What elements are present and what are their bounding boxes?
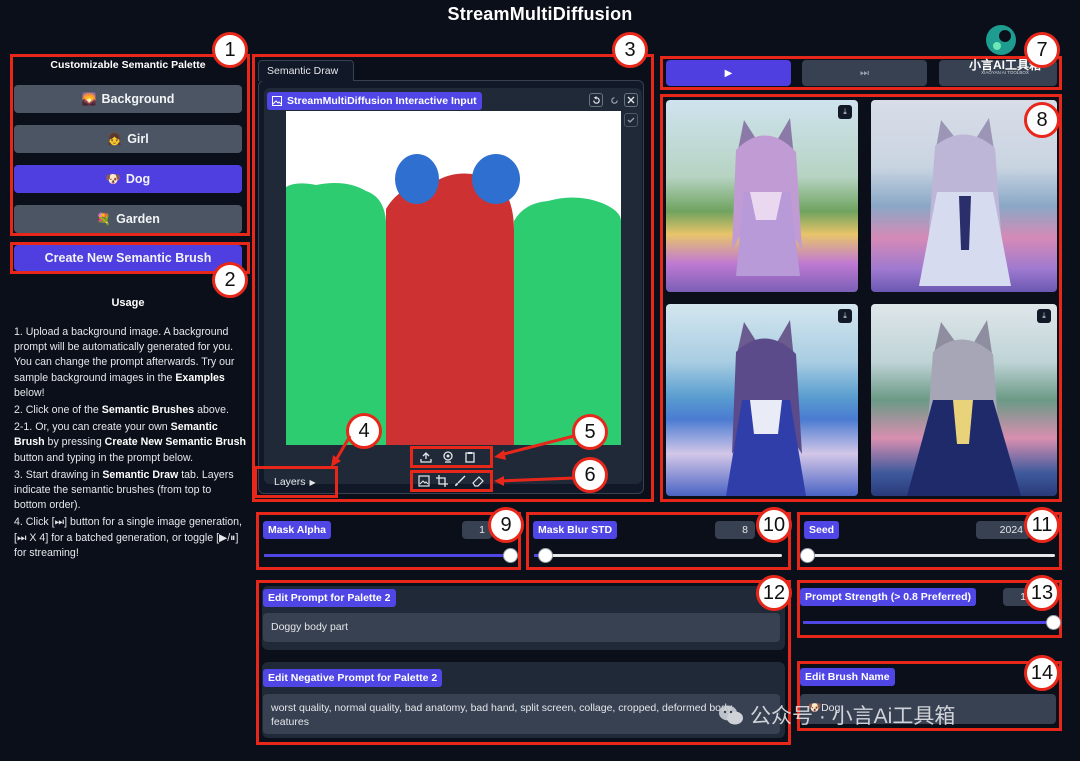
red-stroke	[386, 173, 514, 445]
anime-girl-image	[732, 118, 802, 276]
crop-icon[interactable]	[436, 475, 448, 487]
annotation-badge: 1	[212, 32, 248, 68]
annotation-badge: 6	[572, 457, 608, 493]
annotation-badge: 2	[212, 262, 248, 298]
download-icon: ⤓	[843, 107, 847, 116]
skip-next-icon: ⏭	[860, 67, 869, 79]
mask-blur-value[interactable]: 8	[715, 521, 755, 539]
landscape-icon: 🌄	[81, 92, 97, 106]
prompt-strength-fill	[803, 621, 1053, 624]
annotation-badge: 10	[756, 507, 792, 543]
seed-label: Seed	[804, 521, 840, 539]
palette-item-dog[interactable]: 🐶 Dog	[14, 165, 242, 193]
mask-blur-label: Mask Blur STD	[533, 521, 618, 539]
play-icon: ▶	[724, 67, 733, 79]
usage-title: Usage	[111, 297, 145, 309]
image-icon[interactable]	[418, 475, 430, 487]
mask-alpha-label: Mask Alpha	[263, 521, 331, 539]
seed-value[interactable]: 2024	[976, 521, 1030, 539]
green-stroke-left	[286, 183, 386, 445]
play-button[interactable]: ▶	[666, 60, 791, 86]
gallery-image-1[interactable]: ⤓	[666, 100, 858, 292]
edit-prompt-label: Edit Prompt for Palette 2	[263, 589, 396, 607]
dog-icon: 🐶	[105, 172, 121, 186]
palette-item-label: Girl	[127, 132, 149, 146]
check-icon	[627, 117, 635, 123]
watermark-text: 公众号 · 小言Ai工具箱	[750, 705, 956, 728]
watermark: 公众号 · 小言Ai工具箱	[718, 700, 955, 730]
create-new-brush-button[interactable]: Create New Semantic Brush	[14, 245, 242, 271]
app-title: StreamMultiDiffusion	[447, 4, 633, 24]
drawing-canvas[interactable]	[286, 111, 621, 445]
brush-icon[interactable]	[454, 475, 466, 487]
wechat-icon	[719, 705, 743, 725]
annotation-badge: 9	[488, 507, 524, 543]
annotation-badge: 7	[1024, 32, 1060, 68]
seed-track	[805, 554, 1055, 557]
annotation-badge: 5	[572, 414, 608, 450]
upload-icon[interactable]	[420, 451, 432, 463]
confirm-button[interactable]	[624, 113, 638, 127]
palette-header: Customizable Semantic Palette	[50, 59, 206, 71]
caret-right-icon: ▶	[309, 477, 316, 487]
annotation-badge: 4	[346, 413, 382, 449]
gallery-image-4[interactable]: ⤓	[871, 304, 1057, 496]
blue-stroke-left	[395, 154, 439, 204]
eraser-icon[interactable]	[472, 475, 484, 487]
download-button[interactable]: ⤓	[838, 105, 852, 119]
logo-subtext: XIAOYAN AI TOOLBOX	[981, 70, 1029, 75]
interactive-input-label: StreamMultiDiffusion Interactive Input	[267, 92, 482, 110]
edit-prompt-input[interactable]: Doggy body part	[263, 613, 780, 642]
anime-girl-image	[907, 320, 1021, 496]
mask-blur-track	[534, 554, 782, 557]
redo-button[interactable]	[607, 93, 621, 107]
palette-item-label: Garden	[116, 212, 160, 226]
annotation-badge: 11	[1024, 507, 1060, 543]
prompt-strength-slider[interactable]	[1045, 615, 1061, 630]
annotation-badge: 8	[1024, 102, 1060, 138]
annotation-badge: 13	[1024, 575, 1060, 611]
clear-button[interactable]	[624, 93, 638, 107]
palette-item-garden[interactable]: 💐 Garden	[14, 205, 242, 233]
download-button[interactable]: ⤓	[838, 309, 852, 323]
download-button[interactable]: ⤓	[1037, 309, 1051, 323]
undo-icon	[592, 95, 600, 104]
tab-semantic-draw[interactable]: Semantic Draw	[258, 60, 354, 81]
anime-girl-image	[726, 320, 806, 496]
negative-prompt-label: Edit Negative Prompt for Palette 2	[263, 669, 443, 687]
mask-alpha-slider[interactable]	[502, 548, 518, 563]
palette-item-background[interactable]: 🌄 Background	[14, 85, 242, 113]
drawing-strokes	[286, 154, 621, 445]
palette-item-girl[interactable]: 👧 Girl	[14, 125, 242, 153]
layers-toggle[interactable]: Layers ▶	[262, 473, 332, 491]
gallery-image-3[interactable]: ⤓	[666, 304, 858, 496]
webcam-icon[interactable]	[442, 451, 454, 463]
annotation-badge: 12	[756, 575, 792, 611]
image-icon	[272, 96, 282, 106]
negative-prompt-input[interactable]: worst quality, normal quality, bad anato…	[263, 694, 780, 734]
redo-icon	[610, 96, 618, 104]
palette-item-label: Background	[101, 92, 175, 106]
close-icon	[627, 96, 635, 104]
download-icon: ⤓	[1042, 311, 1046, 320]
annotation-badge: 14	[1024, 655, 1060, 691]
undo-button[interactable]	[589, 93, 603, 107]
girl-icon: 👧	[107, 132, 123, 146]
clipboard-icon[interactable]	[464, 451, 476, 463]
usage-text: 1. Upload a background image. A backgrou…	[14, 326, 246, 559]
mask-alpha-fill	[264, 554, 510, 557]
brush-toolbar	[418, 474, 488, 488]
green-stroke-right	[514, 197, 621, 445]
palette-item-label: Dog	[125, 172, 151, 186]
prompt-strength-label: Prompt Strength (> 0.8 Preferred)	[800, 588, 976, 606]
bouquet-icon: 💐	[96, 212, 112, 226]
blue-stroke-right	[472, 154, 520, 204]
next-frame-button[interactable]: ⏭	[802, 60, 927, 86]
annotation-badge: 3	[612, 32, 648, 68]
seed-slider[interactable]	[799, 548, 815, 563]
brush-name-label: Edit Brush Name	[800, 668, 895, 686]
upload-toolbar	[420, 450, 485, 464]
download-icon: ⤓	[843, 311, 847, 320]
logo-mark-icon	[986, 25, 1016, 55]
